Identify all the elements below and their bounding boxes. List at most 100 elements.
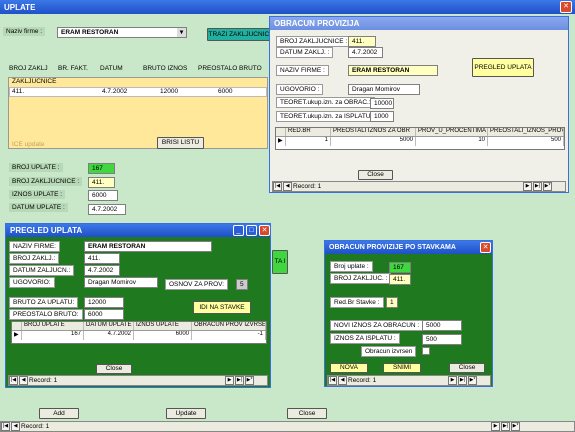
pregled-broj-field[interactable]: 411.: [84, 253, 120, 264]
naziv-firme-select[interactable]: ERAM RESTORAN ▾: [57, 27, 187, 38]
next-record-icon[interactable]: ▶: [523, 182, 532, 191]
pregled-uplata-button[interactable]: PREGLED UPLATA: [472, 58, 534, 77]
chevron-down-icon[interactable]: ▾: [177, 28, 186, 37]
idi-na-stavke-button[interactable]: IDI NA STAVKE: [193, 301, 251, 314]
teor-obrac-field[interactable]: 10000: [370, 98, 394, 109]
last-record-icon[interactable]: ▶|: [458, 376, 467, 385]
ugovorio-field[interactable]: Dragan Momirov: [348, 84, 420, 95]
obracun-naziv-field[interactable]: ERAM RESTORAN: [348, 65, 438, 76]
teor-isplatu-label: TEORET.ukup.izn. za ISPLATU :: [276, 111, 379, 122]
stavke-broj-uplate-label: Broj uplate :: [330, 261, 373, 272]
next-record-icon[interactable]: ▶: [225, 376, 234, 385]
col-prov-procenti: PROV_U_PROCENTIMA: [418, 128, 488, 136]
main-record-navigator[interactable]: |◀ ◀ Record: 1 ▶ ▶| ▶*: [0, 421, 575, 432]
prev-record-icon[interactable]: ◀: [283, 182, 292, 191]
new-record-icon[interactable]: ▶*: [511, 422, 520, 431]
prev-record-icon[interactable]: ◀: [19, 376, 28, 385]
obracun-datum-label: DATUM ZAKLJ. :: [276, 47, 334, 58]
close-button[interactable]: Close: [287, 408, 327, 419]
stavke-broj-zakl-field[interactable]: 411.: [389, 274, 411, 285]
first-record-icon[interactable]: |◀: [273, 182, 282, 191]
teor-isplatu-field[interactable]: 1000: [370, 111, 394, 122]
record-counter: Record: 1: [293, 183, 322, 190]
table-row[interactable]: ▶ 1 5000 10 500: [276, 137, 564, 146]
col-datum: DATUM: [100, 65, 123, 72]
broj-zakljucnice-label: BROJ ZAKLJUCNICE :: [9, 177, 83, 186]
preostalo-field[interactable]: 6000: [84, 309, 124, 320]
red-stavke-field[interactable]: 1: [386, 297, 398, 308]
iznos-uplate-field[interactable]: 6000: [88, 190, 118, 201]
obracun-broj-label: BROJ ZAKLJUCNICE :: [276, 36, 352, 47]
zakljucnice-list[interactable]: ZAKLJUCNICE 411. 4.7.2002 12000 6000 ICE…: [8, 77, 268, 149]
obracun-broj-field[interactable]: 411.: [348, 36, 376, 47]
pregled-datum-field[interactable]: 4.7.2002: [84, 265, 120, 276]
obracun-izvrsen-label: Obracun izvrsen: [361, 346, 417, 357]
obracun-record-navigator[interactable]: |◀ ◀ Record: 1 ▶ ▶| ▶*: [272, 181, 566, 192]
obracun-izvrsen-checkbox[interactable]: [422, 347, 430, 355]
green-button[interactable]: TA I: [272, 250, 288, 274]
pregled-broj-label: BROJ ZAKLJ.:: [9, 253, 60, 264]
minimize-icon[interactable]: _: [233, 225, 244, 236]
iznos-isplatu-field[interactable]: 500: [422, 334, 462, 345]
last-record-icon[interactable]: ▶|: [533, 182, 542, 191]
nova-button[interactable]: NOVA: [330, 363, 368, 373]
col-broj-zaklj: BROJ ZAKLJ: [9, 65, 48, 72]
teor-obrac-label: TEORET.ukup.izn. za OBRAC.:: [276, 97, 375, 108]
maximize-icon[interactable]: □: [246, 225, 257, 236]
pregled-naziv-field[interactable]: ERAM RESTORAN: [84, 241, 212, 252]
new-record-icon[interactable]: ▶*: [543, 182, 552, 191]
obracun-title: OBRACUN PROVIZIJA: [274, 19, 360, 28]
iznos-isplatu-label: IZNOS ZA ISPLATU :: [330, 333, 400, 344]
iznos-uplate-label: IZNOS UPLATE :: [9, 190, 66, 199]
obracun-window: OBRACUN PROVIZIJA BROJ ZAKLJUCNICE : 411…: [269, 16, 569, 193]
update-button[interactable]: Update: [166, 408, 206, 419]
add-button[interactable]: Add: [39, 408, 79, 419]
new-record-icon[interactable]: ▶*: [468, 376, 477, 385]
new-record-icon[interactable]: ▶*: [245, 376, 254, 385]
red-stavke-label: Red.Br Stavke :: [330, 297, 384, 308]
close-icon[interactable]: ✕: [259, 225, 270, 236]
pregled-close-button[interactable]: Close: [96, 364, 132, 374]
stavke-close-button[interactable]: Close: [449, 363, 485, 373]
list-item[interactable]: 411. 4.7.2002 12000 6000: [9, 87, 267, 97]
brisi-listu-button[interactable]: BRISI LISTU: [157, 137, 204, 149]
datum-uplate-field[interactable]: 4.7.2002: [88, 204, 126, 215]
first-record-icon[interactable]: |◀: [9, 376, 18, 385]
pregled-ugovorio-label: UGOVORIO:: [9, 277, 55, 288]
osnov-field[interactable]: 5: [236, 279, 248, 290]
stavke-title: OBRACUN PROVIZIJE PO STAVKAMA: [329, 244, 456, 251]
next-record-icon[interactable]: ▶: [448, 376, 457, 385]
table-row[interactable]: ▶ 167 4.7.2002 6000 -1: [12, 331, 266, 340]
last-record-icon[interactable]: ▶|: [501, 422, 510, 431]
ice-update-label: ICE update: [12, 141, 45, 148]
obracun-datum-field[interactable]: 4.7.2002: [348, 47, 383, 58]
datum-uplate-label: DATUM UPLATE :: [9, 203, 68, 212]
first-record-icon[interactable]: |◀: [328, 376, 337, 385]
stavke-broj-uplate-field[interactable]: 167: [389, 262, 411, 273]
pregled-record-navigator[interactable]: |◀ ◀ Record: 1 ▶ ▶| ▶*: [8, 375, 268, 386]
naziv-firme-label: Naziv firme :: [3, 27, 46, 36]
last-record-icon[interactable]: ▶|: [235, 376, 244, 385]
prev-record-icon[interactable]: ◀: [11, 422, 20, 431]
close-icon[interactable]: ✕: [560, 1, 572, 13]
pregled-ugovorio-field[interactable]: Dragan Momirov: [84, 277, 158, 288]
bruto-field[interactable]: 12000: [84, 297, 124, 308]
novi-iznos-field[interactable]: 5000: [422, 320, 462, 331]
next-record-icon[interactable]: ▶: [491, 422, 500, 431]
prev-record-icon[interactable]: ◀: [338, 376, 347, 385]
col-red-br: RED.BR: [286, 128, 331, 136]
snimi-button[interactable]: SNIMI: [383, 363, 421, 373]
trazi-zakljucnice-button[interactable]: TRAZI ZAKLJUCNICE: [207, 28, 275, 41]
close-icon[interactable]: ✕: [480, 242, 491, 253]
obracun-grid[interactable]: RED.BR PREOSTALI IZNOS ZA OBR PROV_U_PROCE…: [275, 127, 565, 150]
pregled-title: PREGLED UPLATA: [10, 226, 83, 235]
first-record-icon[interactable]: |◀: [1, 422, 10, 431]
obracun-close-button[interactable]: Close: [358, 170, 393, 180]
pregled-grid[interactable]: BROJ UPLATE DATUM UPLATE IZNOS UPLATE OBRAC…: [11, 321, 267, 344]
stavke-record-navigator[interactable]: |◀ ◀ Record: 1 ▶ ▶| ▶*: [327, 375, 491, 386]
stavke-titlebar: OBRACUN PROVIZIJE PO STAVKAMA: [325, 241, 492, 254]
broj-uplate-field[interactable]: 167: [88, 163, 115, 174]
broj-zakljucnice-field[interactable]: 411.: [88, 177, 115, 188]
record-counter: Record: 1: [21, 423, 50, 430]
stavke-broj-zakl-label: BROJ ZAKLJUC. :: [330, 273, 392, 284]
